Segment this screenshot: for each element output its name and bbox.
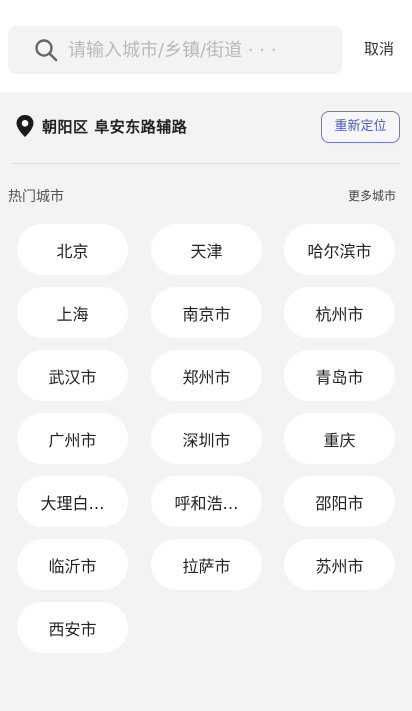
city-chip[interactable]: 哈尔滨市 bbox=[284, 224, 395, 275]
city-chip[interactable]: 郑州市 bbox=[151, 350, 262, 401]
city-chip[interactable]: 拉萨市 bbox=[151, 539, 262, 590]
hot-cities-title: 热门城市 bbox=[8, 189, 64, 205]
city-chip[interactable]: 呼和浩… bbox=[151, 476, 262, 527]
city-chip[interactable]: 西安市 bbox=[17, 602, 128, 653]
city-chip[interactable]: 武汉市 bbox=[17, 350, 128, 401]
city-chip[interactable]: 上海 bbox=[17, 287, 128, 338]
more-cities-link[interactable]: 更多城市 bbox=[348, 187, 396, 204]
relocate-button[interactable]: 重新定位 bbox=[321, 111, 400, 143]
city-chip[interactable]: 苏州市 bbox=[284, 539, 395, 590]
city-chip[interactable]: 重庆 bbox=[284, 413, 395, 464]
city-chip[interactable]: 大理白… bbox=[17, 476, 128, 527]
city-chip[interactable]: 邵阳市 bbox=[284, 476, 395, 527]
city-chip[interactable]: 广州市 bbox=[17, 413, 128, 464]
search-box[interactable] bbox=[8, 26, 342, 74]
city-chip[interactable]: 青岛市 bbox=[284, 350, 395, 401]
city-chip[interactable]: 南京市 bbox=[151, 287, 262, 338]
current-location-text: 朝阳区 阜安东路辅路 bbox=[42, 118, 188, 136]
cancel-button[interactable]: 取消 bbox=[364, 38, 394, 59]
city-chip[interactable]: 临沂市 bbox=[17, 539, 128, 590]
divider bbox=[12, 163, 400, 164]
search-input[interactable] bbox=[68, 26, 328, 74]
city-chip[interactable]: 天津 bbox=[151, 224, 262, 275]
search-icon bbox=[35, 39, 58, 62]
search-header: 取消 bbox=[0, 0, 412, 92]
city-chip[interactable]: 北京 bbox=[17, 224, 128, 275]
city-chip[interactable]: 深圳市 bbox=[151, 413, 262, 464]
city-chip[interactable]: 杭州市 bbox=[284, 287, 395, 338]
current-location-row: 朝阳区 阜安东路辅路 重新定位 bbox=[0, 92, 412, 162]
map-pin-icon bbox=[16, 115, 34, 137]
